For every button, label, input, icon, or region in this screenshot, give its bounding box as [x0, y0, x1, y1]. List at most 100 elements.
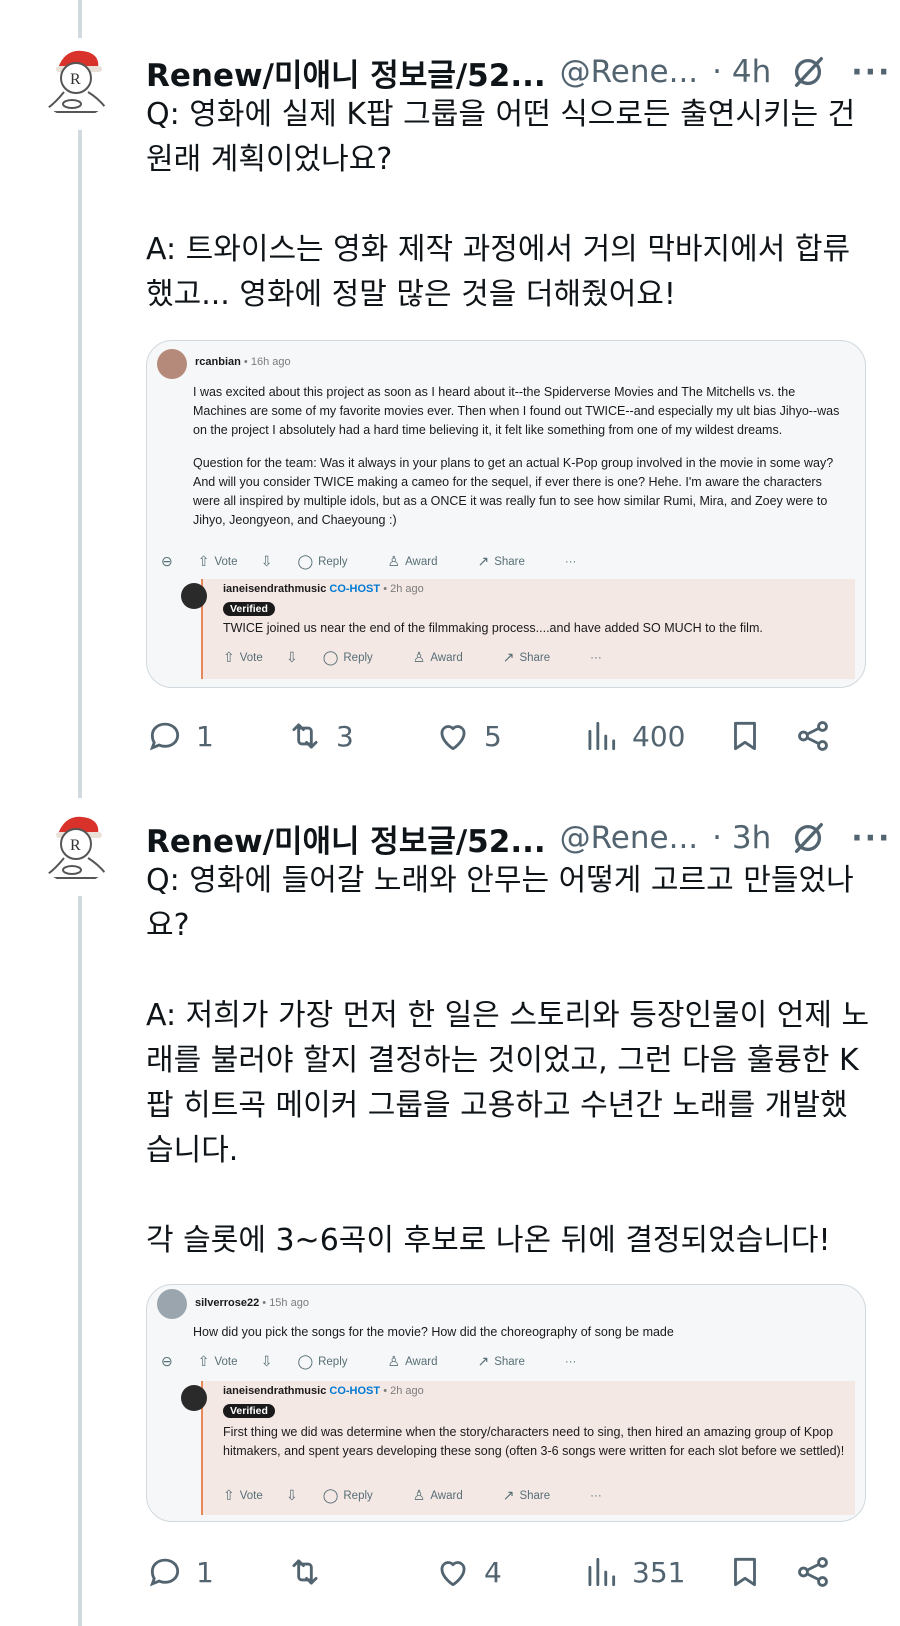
share-action[interactable]: ↗ Share	[503, 1487, 570, 1504]
like-count: 4	[484, 1555, 502, 1589]
reply-action[interactable]: ◯ Reply	[323, 649, 393, 666]
share-icon	[798, 721, 828, 751]
vote-control[interactable]: ⇧ Vote ⇩	[223, 1487, 303, 1504]
bookmark-button[interactable]	[726, 717, 764, 755]
timestamp[interactable]: · 4h	[712, 54, 771, 90]
comment-actions: ⊖ ⇧ Vote ⇩ ◯ Reply ♙ Award ↗ Share ···	[161, 1353, 596, 1370]
cohost-avatar	[181, 583, 207, 609]
vote-control[interactable]: ⇧ Vote ⇩	[223, 649, 303, 666]
heart-icon	[440, 725, 466, 751]
reply-more-icon[interactable]: ···	[590, 1490, 602, 1502]
retweet-icon	[292, 723, 318, 749]
vote-control[interactable]: ⇧ Vote ⇩	[198, 1353, 278, 1370]
speech-bubble-icon	[149, 722, 180, 751]
share-action[interactable]: ↗ Share	[477, 1353, 544, 1370]
reply-action[interactable]: ◯ Reply	[297, 553, 367, 570]
tweet-action-bar: 1 4 351	[146, 1550, 868, 1594]
retweet-count: 3	[336, 719, 354, 753]
collapse-icon[interactable]: ⊖	[161, 553, 178, 570]
cohost-avatar	[181, 1385, 207, 1411]
award-action[interactable]: ♙ Award	[388, 1353, 458, 1370]
display-name[interactable]: Renew/미애니 정보글/52...	[146, 50, 546, 95]
award-action[interactable]: ♙ Award	[413, 649, 483, 666]
embedded-reddit-screenshot[interactable]: rcanbian • 16h ago I was excited about t…	[146, 340, 866, 688]
avatar[interactable]: R	[36, 804, 116, 884]
retweet-button[interactable]: 3	[286, 717, 354, 755]
reply-button[interactable]: 1	[146, 717, 214, 755]
award-action[interactable]: ♙ Award	[388, 553, 458, 570]
answer-line-4: 습니다.	[146, 1133, 239, 1168]
tweet-header: Renew/미애니 정보글/52... @Rene... · 4h ···	[146, 50, 890, 94]
reply-more-icon[interactable]: ···	[590, 652, 602, 664]
view-count: 400	[632, 719, 686, 753]
tweet-1[interactable]: R Renew/미애니 정보글/52... @Rene... · 4h ··· …	[0, 38, 900, 778]
question-line-2: 요?	[146, 908, 190, 943]
avatar-illustration: R	[36, 38, 116, 118]
bookmark-button[interactable]	[726, 1553, 764, 1591]
comment-age: • 15h ago	[262, 1297, 309, 1309]
like-button[interactable]: 5	[434, 717, 502, 755]
reply-author: ianeisendrathmusic	[223, 583, 327, 595]
more-options-icon[interactable]: ···	[851, 821, 891, 856]
comment-author-line: silverrose22 • 15h ago	[195, 1297, 309, 1309]
comment-author-line: rcanbian • 16h ago	[195, 356, 291, 368]
svg-text:R: R	[70, 837, 81, 854]
retweet-button[interactable]	[286, 1553, 336, 1591]
reply-action[interactable]: ◯ Reply	[323, 1487, 393, 1504]
bar-chart-icon	[588, 721, 616, 751]
share-action[interactable]: ↗ Share	[477, 553, 544, 570]
verified-badge: Verified	[223, 602, 275, 616]
reply-age: • 2h ago	[383, 583, 424, 595]
reply-age: • 2h ago	[383, 1385, 424, 1397]
reply-action[interactable]: ◯ Reply	[297, 1353, 367, 1370]
bookmark-icon	[734, 721, 756, 751]
question-line-2: 원래 계획이었나요?	[146, 142, 393, 177]
collapse-icon[interactable]: ⊖	[161, 1353, 178, 1370]
grok-icon[interactable]	[789, 819, 827, 857]
svg-text:R: R	[70, 71, 81, 88]
answer-line-1: A: 저희가 가장 먼저 한 일은 스토리와 등장인물이 언제 노	[146, 998, 870, 1033]
speech-bubble-icon	[149, 1558, 180, 1587]
share-button[interactable]	[794, 1553, 832, 1591]
display-name[interactable]: Renew/미애니 정보글/52...	[146, 816, 546, 861]
answer-line-3: 팝 히트곡 메이커 그룹을 고용하고 수년간 노래를 개발했	[146, 1088, 848, 1123]
tweet-text: Q: 영화에 실제 K팝 그룹을 어떤 식으로든 출연시키는 건 원래 계획이었…	[146, 92, 870, 317]
bookmark-icon	[734, 1557, 756, 1587]
grok-icon[interactable]	[789, 53, 827, 91]
vote-control[interactable]: ⇧ Vote ⇩	[198, 553, 278, 570]
answer-line-2: 했고... 영화에 정말 많은 것을 더해줬어요!	[146, 277, 676, 312]
bar-chart-icon	[588, 1557, 616, 1587]
heart-icon	[440, 1561, 466, 1587]
user-handle[interactable]: @Rene...	[560, 820, 699, 856]
comment-age: • 16h ago	[243, 356, 291, 368]
tweet-action-bar: 1 3 5 400	[146, 714, 868, 758]
award-action[interactable]: ♙ Award	[413, 1487, 483, 1504]
verified-badge: Verified	[223, 1404, 275, 1418]
embedded-reddit-screenshot[interactable]: silverrose22 • 15h ago How did you pick …	[146, 1284, 866, 1522]
tweet-2[interactable]: R Renew/미애니 정보글/52... @Rene... · 3h ··· …	[0, 804, 900, 1626]
reply-actions: ⇧ Vote ⇩ ◯ Reply ♙ Award ↗ Share ···	[223, 649, 622, 666]
reply-actions: ⇧ Vote ⇩ ◯ Reply ♙ Award ↗ Share ···	[223, 1487, 622, 1504]
share-action[interactable]: ↗ Share	[503, 649, 570, 666]
comment-actions: ⊖ ⇧ Vote ⇩ ◯ Reply ♙ Award ↗ Share ···	[161, 553, 596, 570]
like-button[interactable]: 4	[434, 1553, 502, 1591]
reply-button[interactable]: 1	[146, 1553, 214, 1591]
comment-body: I was excited about this project as soon…	[193, 383, 849, 530]
comment-more-icon[interactable]: ···	[565, 1356, 577, 1368]
timestamp[interactable]: · 3h	[712, 820, 771, 856]
views-button[interactable]: 400	[582, 717, 685, 755]
tweet-header: Renew/미애니 정보글/52... @Rene... · 3h ···	[146, 816, 890, 860]
answer-line-1: A: 트와이스는 영화 제작 과정에서 거의 막바지에서 합류	[146, 232, 851, 267]
share-button[interactable]	[794, 717, 832, 755]
note-line-1: 각 슬롯에 3~6곡이 후보로 나온 뒤에 결정되었습니다!	[146, 1223, 831, 1258]
comment-author: rcanbian	[195, 356, 241, 368]
cohost-reply: ianeisendrathmusic CO-HOST • 2h ago Veri…	[181, 1381, 855, 1515]
user-handle[interactable]: @Rene...	[560, 54, 699, 90]
avatar[interactable]: R	[36, 38, 116, 118]
reply-count: 1	[196, 1555, 214, 1589]
comment-more-icon[interactable]: ···	[565, 556, 577, 568]
cohost-badge: CO-HOST	[329, 583, 381, 595]
views-button[interactable]: 351	[582, 1553, 685, 1591]
more-options-icon[interactable]: ···	[851, 55, 891, 90]
thread-line-top	[78, 0, 82, 38]
